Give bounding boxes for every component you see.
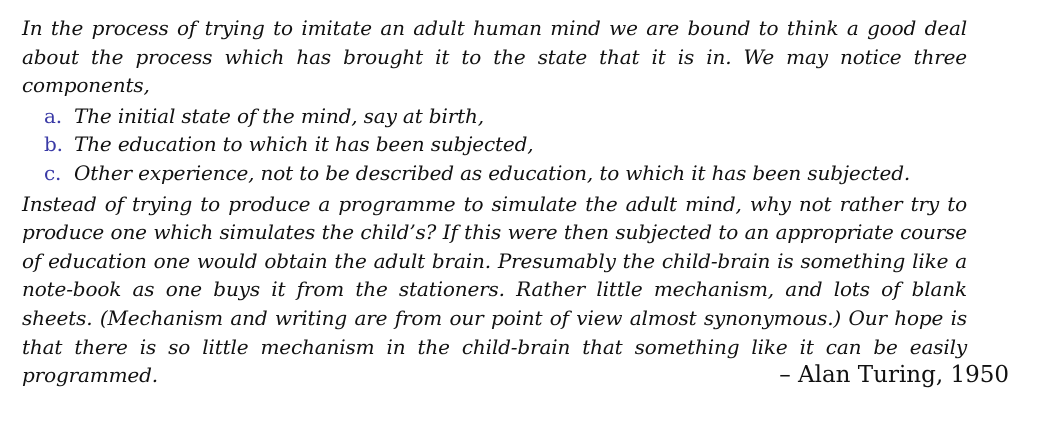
list-item-text: The education to which it has been subje…: [74, 132, 534, 157]
attribution: – Alan Turing, 1950: [779, 362, 1009, 388]
quote-intro-paragraph: In the process of trying to imitate an a…: [22, 16, 967, 98]
list-item: b. The education to which it has been su…: [44, 130, 967, 159]
list-marker: a.: [44, 103, 62, 128]
list-item-text: Other experience, not to be described as…: [74, 160, 911, 185]
quote-body-paragraph: Instead of trying to produce a programme…: [22, 191, 967, 388]
list-marker: b.: [44, 132, 63, 157]
list-marker: c.: [44, 160, 62, 185]
list-item-text: The initial state of the mind, say at bi…: [74, 103, 484, 128]
list-item: c. Other experience, not to be described…: [44, 159, 967, 188]
turing-quote: In the process of trying to imitate an a…: [22, 14, 967, 390]
list-item: a. The initial state of the mind, say at…: [44, 102, 967, 131]
components-list: a. The initial state of the mind, say at…: [22, 102, 967, 188]
